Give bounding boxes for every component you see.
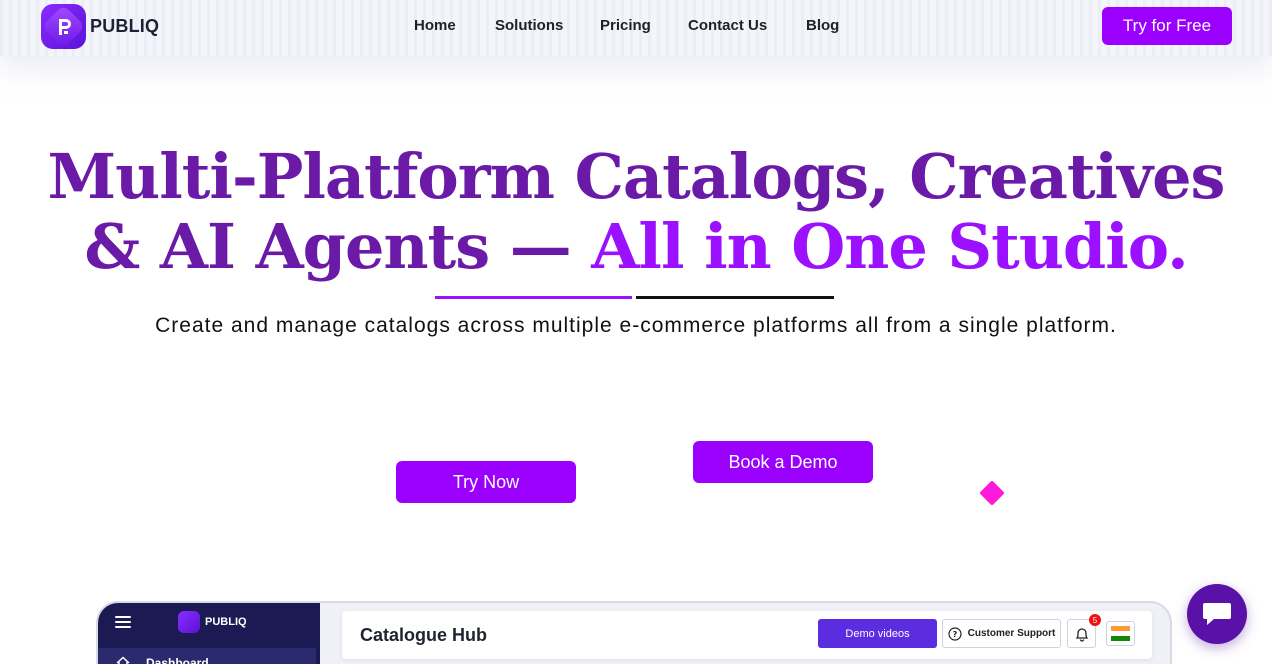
chat-widget-button[interactable] <box>1187 584 1247 644</box>
home-icon <box>116 656 130 664</box>
title-underline-black <box>636 296 834 299</box>
hero-subtitle: Create and manage catalogs across multip… <box>155 314 1117 337</box>
sidebar-item-dashboard: Dashboard <box>98 648 316 664</box>
demo-videos-button: Demo videos <box>818 619 937 648</box>
nav-blog[interactable]: Blog <box>806 17 839 34</box>
try-for-free-button[interactable]: Try for Free <box>1102 7 1232 45</box>
hero-title-line2a: & AI Agents — <box>84 210 592 283</box>
preview-sidebar: PUBLIQ Dashboard <box>98 603 320 664</box>
india-flag-icon <box>1106 621 1135 646</box>
svg-text:?: ? <box>952 630 957 639</box>
main-nav: Home Solutions Pricing Contact Us Blog <box>0 17 1272 37</box>
bell-icon <box>1075 627 1088 642</box>
notification-badge: 5 <box>1089 614 1101 626</box>
notifications-button: 5 <box>1067 614 1101 648</box>
hero-title-accent: All in One Studio. <box>591 210 1188 283</box>
top-navbar: PUBLIQ Home Solutions Pricing Contact Us… <box>0 0 1272 56</box>
hamburger-icon <box>115 616 131 630</box>
publiq-logo-icon <box>178 611 200 633</box>
diamond-decoration-icon <box>979 480 1005 506</box>
hero-title-line1: Multi-Platform Catalogs, Creatives <box>47 140 1226 213</box>
try-now-button[interactable]: Try Now <box>396 461 576 503</box>
nav-contact-us[interactable]: Contact Us <box>688 17 767 34</box>
nav-solutions[interactable]: Solutions <box>495 17 563 34</box>
nav-pricing[interactable]: Pricing <box>600 17 651 34</box>
title-underline-purple <box>435 296 632 299</box>
customer-support-label: Customer Support <box>967 628 1056 639</box>
sidebar-item-label: Dashboard <box>146 656 209 664</box>
nav-home[interactable]: Home <box>414 17 456 34</box>
preview-logo-text: PUBLIQ <box>205 616 247 628</box>
dashboard-preview: PUBLIQ Dashboard Catalogue Hub Demo vide… <box>96 601 1172 664</box>
book-demo-button[interactable]: Book a Demo <box>693 441 873 483</box>
preview-page-title: Catalogue Hub <box>360 625 488 645</box>
customer-support-button: ? Customer Support <box>942 619 1061 648</box>
preview-logo: PUBLIQ <box>178 611 247 633</box>
help-circle-icon: ? <box>948 626 962 641</box>
preview-header: Catalogue Hub Demo videos ? Customer Sup… <box>342 611 1152 659</box>
hero-title: Multi-Platform Catalogs, Creatives & AI … <box>0 142 1272 282</box>
chat-bubble-icon <box>1203 603 1231 625</box>
